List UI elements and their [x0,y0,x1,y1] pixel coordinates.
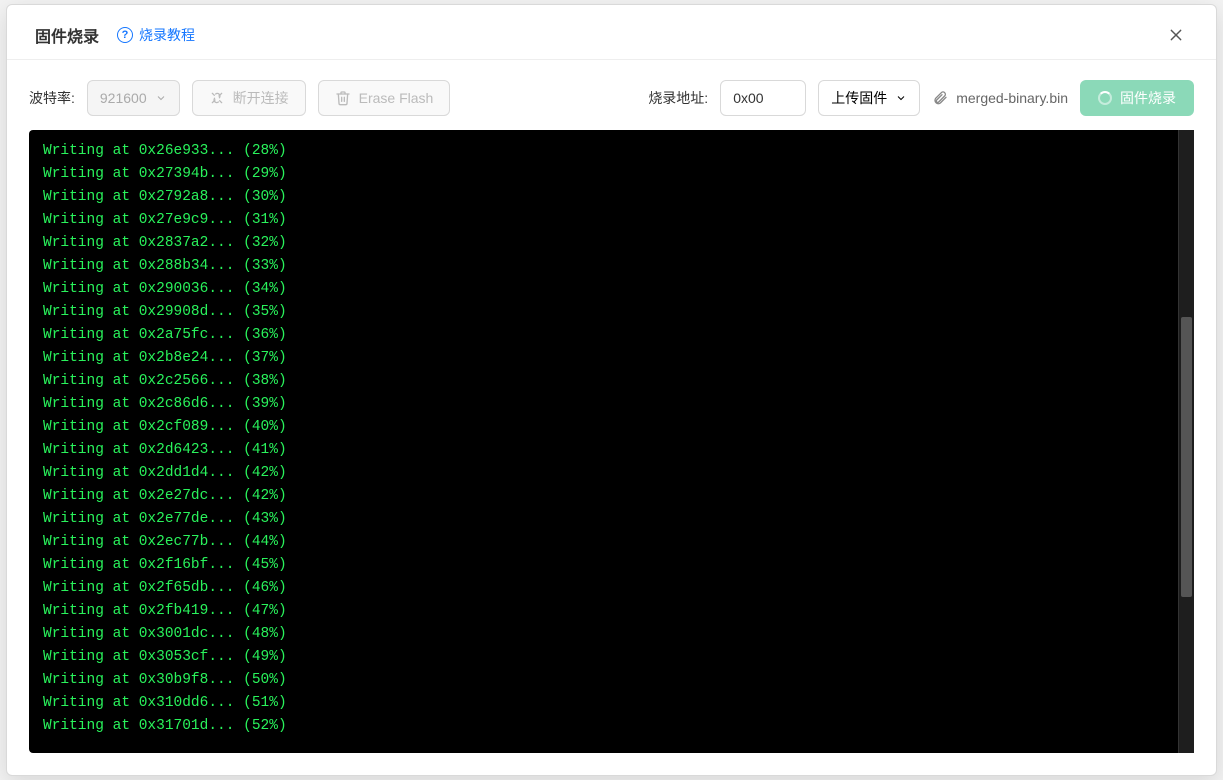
burn-address-input[interactable] [720,80,806,116]
attached-file[interactable]: merged-binary.bin [932,90,1068,106]
attached-file-name: merged-binary.bin [956,90,1068,106]
upload-firmware-button[interactable]: 上传固件 [818,80,920,116]
loading-spinner-icon [1098,91,1112,105]
disconnect-button[interactable]: 断开连接 [192,80,306,116]
erase-flash-button[interactable]: Erase Flash [318,80,451,116]
disconnect-label: 断开连接 [233,88,289,108]
burn-firmware-label: 固件烧录 [1120,88,1176,108]
help-tutorial-link[interactable]: ? 烧录教程 [117,25,195,45]
chevron-down-icon [155,92,167,104]
paperclip-icon [932,90,948,106]
help-icon: ? [117,27,133,43]
baud-rate-select[interactable]: 921600 [87,80,180,116]
close-icon [1168,27,1184,43]
baud-rate-value: 921600 [100,90,147,106]
toolbar: 波特率: 921600 断开连接 Erase Flash 烧录地址: 上传固件 … [7,60,1216,130]
baud-rate-label: 波特率: [29,88,75,108]
help-label: 烧录教程 [139,25,195,45]
firmware-burn-modal: 固件烧录 ? 烧录教程 波特率: 921600 断开连接 Erase Flash… [6,4,1217,776]
erase-flash-label: Erase Flash [359,90,434,106]
unlink-icon [209,90,225,106]
console-output: Writing at 0x26e933... (28%) Writing at … [29,130,1178,753]
modal-header: 固件烧录 ? 烧录教程 [7,5,1216,59]
console-scrollbar[interactable] [1178,130,1194,753]
upload-firmware-label: 上传固件 [831,88,887,108]
trash-icon [335,90,351,106]
burn-firmware-button[interactable]: 固件烧录 [1080,80,1194,116]
modal-title: 固件烧录 [35,23,99,47]
console-scrollbar-thumb[interactable] [1181,317,1192,597]
burn-address-label: 烧录地址: [648,88,708,108]
chevron-down-icon [895,92,907,104]
close-button[interactable] [1164,23,1188,47]
console-panel: Writing at 0x26e933... (28%) Writing at … [29,130,1194,753]
